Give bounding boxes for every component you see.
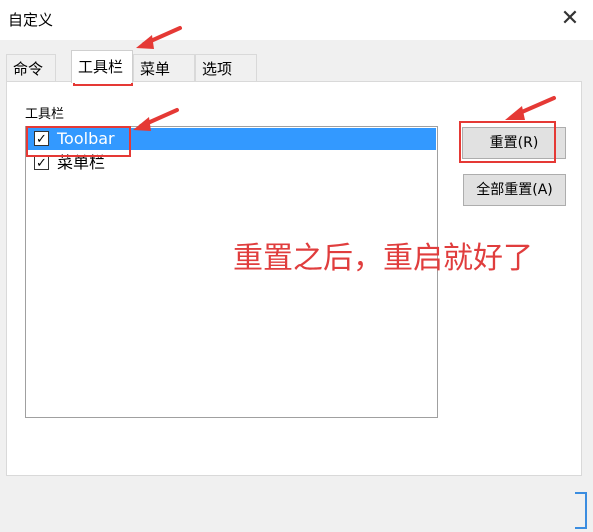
close-icon[interactable]: ✕ [557, 6, 583, 32]
red-arrow-icon [133, 108, 179, 131]
window-title: 自定义 [8, 11, 54, 29]
tab-commands[interactable]: 命令 [6, 54, 56, 82]
partial-border [575, 492, 587, 529]
reset-all-button[interactable]: 全部重置(A) [463, 174, 566, 206]
highlight-box-toolbar-item [26, 126, 131, 157]
annotation-text: 重置之后，重启就好了 [233, 241, 533, 276]
red-arrow-icon [505, 96, 556, 120]
toolbar-group-label: 工具栏 [25, 107, 65, 122]
tab-toolbars[interactable]: 工具栏 [71, 50, 133, 83]
tab-options[interactable]: 选项 [195, 54, 257, 82]
red-arrow-icon [136, 26, 182, 49]
tab-menus[interactable]: 菜单 [133, 54, 195, 82]
check-icon[interactable]: ✓ [34, 155, 49, 171]
title-bar: 自定义 ✕ [0, 0, 593, 40]
highlight-box-reset [459, 121, 556, 163]
